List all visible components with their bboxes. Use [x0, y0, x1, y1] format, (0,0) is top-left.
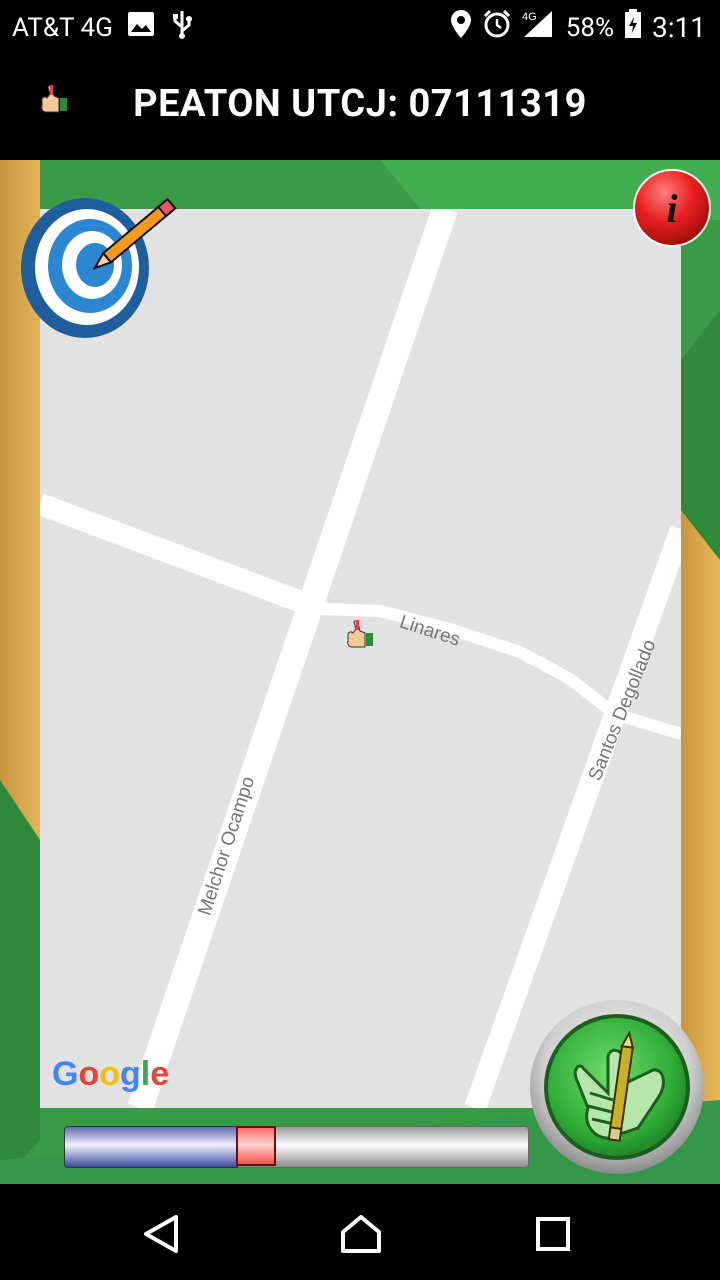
app-title: PEATON UTCJ: 07111319	[133, 82, 587, 126]
back-icon	[144, 1215, 178, 1253]
info-icon: i	[633, 169, 711, 247]
recents-button[interactable]	[535, 1214, 571, 1258]
status-bar: AT&T 4G 4G 58% 3:11	[0, 0, 720, 50]
battery-icon	[624, 9, 642, 46]
target-pencil-icon	[21, 197, 177, 338]
carrier-label: AT&T 4G	[12, 12, 113, 43]
app-bar: PEATON UTCJ: 07111319	[0, 50, 720, 160]
info-button[interactable]: i	[632, 168, 712, 248]
image-icon	[127, 11, 155, 44]
navigation-bar	[0, 1184, 720, 1280]
progress-slider[interactable]	[64, 1126, 529, 1168]
main-content: Linares Santos Degollado Melchor Ocampo …	[0, 160, 720, 1184]
home-button[interactable]	[340, 1214, 382, 1258]
svg-text:i: i	[666, 186, 677, 231]
user-location-marker[interactable]	[342, 619, 378, 655]
alarm-icon	[482, 9, 512, 46]
google-logo: Google	[52, 1055, 170, 1093]
back-button[interactable]	[142, 1214, 180, 1258]
signal-icon: 4G	[522, 9, 556, 46]
home-icon	[341, 1215, 381, 1253]
slider-thumb[interactable]	[236, 1126, 276, 1166]
thumb-pencil-icon	[530, 1000, 704, 1174]
thumb-action-button[interactable]	[528, 998, 706, 1176]
svg-text:4G: 4G	[522, 11, 537, 23]
usb-icon	[169, 9, 195, 46]
thumbs-up-hand-icon	[347, 620, 373, 648]
battery-label: 58%	[565, 12, 614, 43]
location-icon	[450, 9, 472, 46]
target-pencil-button[interactable]	[20, 195, 185, 344]
recents-icon	[536, 1217, 570, 1251]
slider-fill	[64, 1126, 238, 1168]
clock: 3:11	[652, 11, 706, 44]
